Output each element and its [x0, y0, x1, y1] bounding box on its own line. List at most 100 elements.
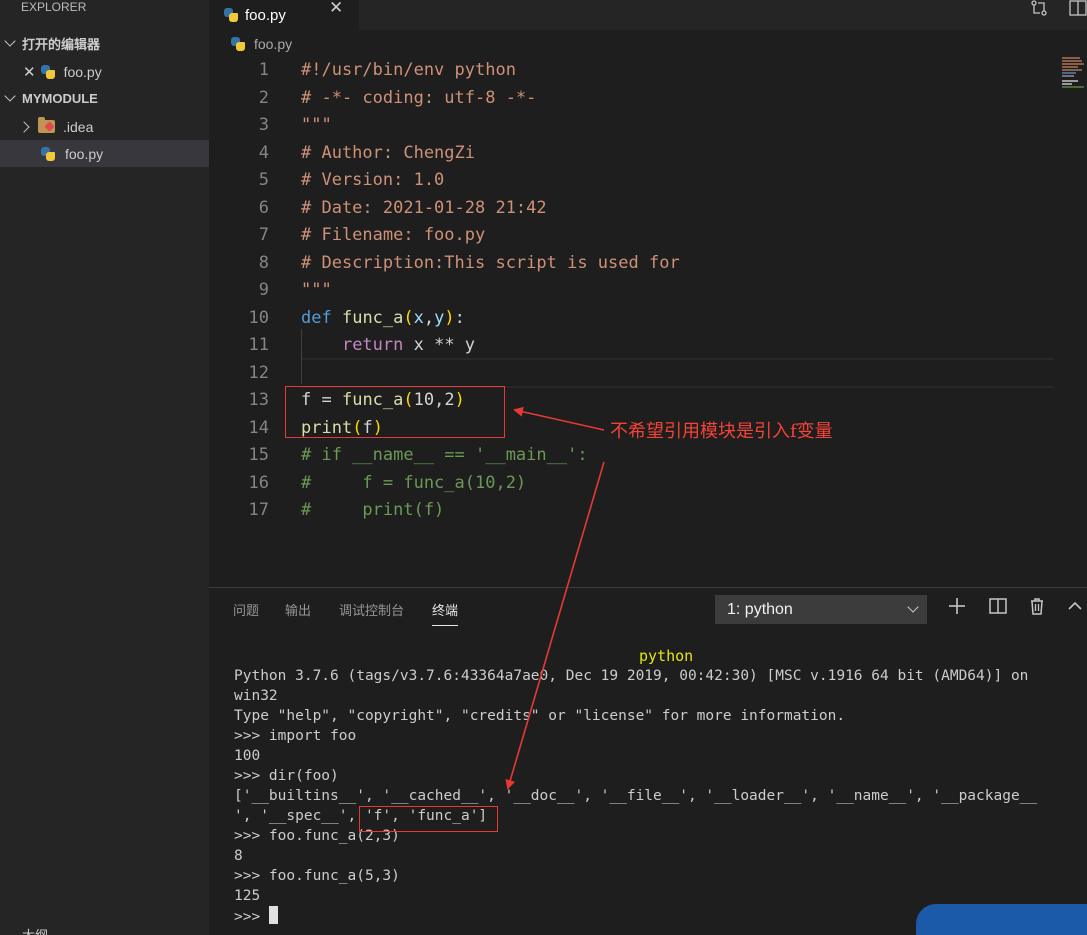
- tab-debug-console[interactable]: 调试控制台: [339, 600, 404, 619]
- code-token: # if __name__ == '__main__':: [301, 445, 588, 465]
- code-line[interactable]: 16 # f = func_a(10,2): [209, 470, 1087, 498]
- floating-widget[interactable]: [916, 904, 1087, 935]
- chevron-down-icon: [4, 90, 16, 102]
- terminal-line: 8: [234, 848, 243, 864]
- terminal-prompt: >>>: [234, 909, 269, 925]
- code-line[interactable]: 17 # print(f): [209, 497, 1087, 525]
- code-line[interactable]: 12: [209, 360, 1087, 388]
- code-line[interactable]: 4 # Author: ChengZi: [209, 140, 1087, 168]
- terminal-line: 100: [234, 748, 261, 764]
- annotation-text: 不希望引用模块是引入f变量: [610, 421, 833, 442]
- line-number: 5: [258, 170, 269, 190]
- terminal-line: win32: [234, 688, 278, 704]
- code-line[interactable]: 7 # Filename: foo.py: [209, 222, 1087, 250]
- code-text: # if __name__ == '__main__':: [301, 442, 588, 470]
- terminal-line: Python 3.7.6 (tags/v3.7.6:43364a7ae0, De…: [234, 668, 1029, 684]
- code-text: def func_a(x,y):: [301, 305, 465, 333]
- tab-output[interactable]: 输出: [285, 600, 311, 619]
- code-token: # Date: 2021-01-28 21:42: [301, 197, 547, 218]
- editor-tab-bar: foo.py ✕: [209, 0, 1087, 30]
- tab-foo-py[interactable]: foo.py ✕: [209, 0, 359, 30]
- line-number: 2: [258, 87, 269, 108]
- terminal-line: >>> import foo: [234, 728, 357, 744]
- folder-icon: [38, 117, 55, 133]
- code-text: # Author: ChengZi: [301, 140, 475, 168]
- terminal-select[interactable]: 1: python: [715, 595, 927, 624]
- terminal-title: python: [639, 647, 694, 665]
- line-number: 16: [248, 472, 269, 493]
- chevron-down-icon: [907, 601, 919, 613]
- code-line[interactable]: 3 """: [209, 112, 1087, 140]
- annotation-box-output: [359, 806, 498, 832]
- folder-label: MYMODULE: [22, 91, 98, 106]
- code-token: def: [301, 307, 332, 328]
- line-number: 1: [258, 60, 269, 80]
- tree-item-foo-py[interactable]: foo.py: [0, 140, 209, 167]
- line-number: 11: [248, 335, 269, 355]
- line-number: 14: [248, 417, 269, 438]
- chevron-right-icon: [18, 120, 30, 133]
- tab-terminal[interactable]: 终端: [432, 600, 459, 626]
- breadcrumb[interactable]: foo.py: [230, 33, 292, 55]
- python-file-icon: [40, 146, 56, 162]
- code-text: # f = func_a(10,2): [301, 470, 526, 498]
- code-line[interactable]: 11 return x ** y: [209, 332, 1087, 360]
- compare-changes-icon[interactable]: [1030, 0, 1048, 16]
- code-token: # Author: ChengZi: [301, 142, 475, 163]
- chevron-up-icon[interactable]: [1065, 596, 1085, 616]
- open-editors-section[interactable]: 打开的编辑器: [0, 30, 209, 57]
- split-editor-icon[interactable]: [1069, 0, 1087, 16]
- line-number: 6: [258, 197, 269, 218]
- code-line[interactable]: 2 # -*- coding: utf-8 -*-: [209, 85, 1087, 113]
- code-token: #!/usr/bin/env python: [301, 60, 516, 80]
- plus-icon[interactable]: [947, 596, 967, 616]
- code-text: return x ** y: [301, 332, 475, 360]
- code-text: # -*- coding: utf-8 -*-: [301, 85, 536, 113]
- code-line[interactable]: 6 # Date: 2021-01-28 21:42: [209, 195, 1087, 223]
- code-line[interactable]: 8 # Description:This script is used for: [209, 250, 1087, 278]
- code-token: :: [454, 307, 465, 328]
- code-token: x: [413, 307, 424, 328]
- code-text: #!/usr/bin/env python: [301, 57, 516, 85]
- line-number: 8: [258, 252, 269, 273]
- code-line[interactable]: 5 # Version: 1.0: [209, 167, 1087, 195]
- annotation-box-code: [285, 386, 505, 438]
- line-number: 13: [248, 390, 269, 410]
- folder-section-mymodule[interactable]: MYMODULE: [0, 85, 209, 112]
- code-token: """: [301, 280, 332, 300]
- code-token: # Description:This script is used for: [301, 252, 680, 273]
- line-number: 12: [248, 362, 269, 383]
- code-token: ,: [423, 307, 435, 328]
- code-token: (: [403, 307, 414, 328]
- code-line[interactable]: 15 # if __name__ == '__main__':: [209, 442, 1087, 470]
- trash-icon[interactable]: [1027, 596, 1047, 616]
- code-line[interactable]: 9 """: [209, 277, 1087, 305]
- close-icon[interactable]: ✕: [23, 63, 36, 81]
- outline-section-label[interactable]: 大纲: [22, 925, 48, 935]
- tree-item-label: foo.py: [65, 145, 104, 162]
- breadcrumb-file: foo.py: [254, 36, 293, 52]
- open-editor-item-foo[interactable]: ✕ foo.py: [0, 58, 209, 85]
- code-line[interactable]: 1 #!/usr/bin/env python: [209, 57, 1087, 85]
- tab-problems[interactable]: 问题: [233, 600, 259, 619]
- code-line[interactable]: 10 def func_a(x,y):: [209, 305, 1087, 333]
- chevron-down-icon: [4, 35, 16, 47]
- tree-item-idea[interactable]: .idea: [0, 113, 209, 140]
- line-number: 7: [258, 225, 269, 245]
- code-editor[interactable]: 1 #!/usr/bin/env python 2 # -*- coding: utf…: [209, 57, 1087, 587]
- close-icon[interactable]: ✕: [329, 0, 343, 17]
- code-token: """: [301, 115, 332, 135]
- code-token: # f = func_a(10,2): [301, 472, 527, 493]
- split-terminal-icon[interactable]: [988, 596, 1008, 616]
- open-editor-file-label: foo.py: [63, 63, 102, 80]
- terminal-prompt-line[interactable]: >>>: [234, 906, 278, 926]
- code-token: x ** y: [403, 335, 476, 355]
- python-file-icon: [223, 7, 239, 23]
- code-text: # Filename: foo.py: [301, 222, 485, 250]
- line-number: 15: [248, 445, 269, 465]
- terminal-line: Type "help", "copyright", "credits" or "…: [234, 708, 846, 724]
- code-text: # print(f): [301, 497, 444, 525]
- line-number: 9: [258, 280, 269, 300]
- code-token: func_a: [341, 307, 404, 328]
- line-number: 4: [258, 142, 269, 163]
